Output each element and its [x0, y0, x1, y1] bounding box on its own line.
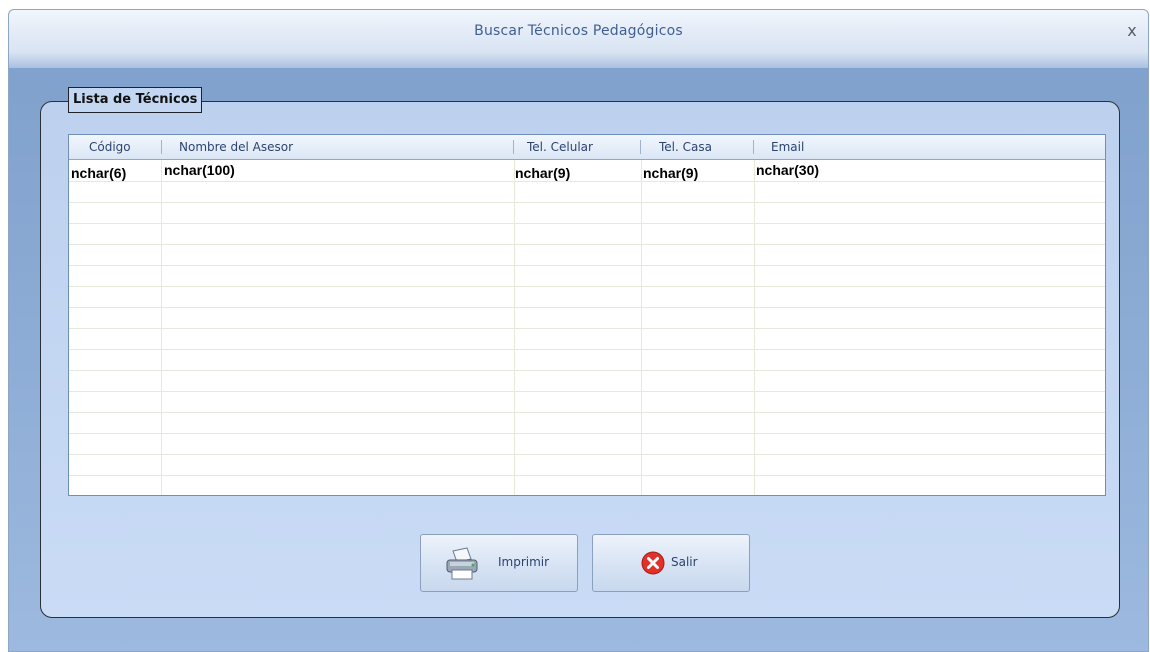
title-band — [9, 52, 1148, 68]
column-header-codigo[interactable]: Código — [77, 135, 161, 159]
table-row[interactable] — [69, 286, 1105, 308]
window-title: Buscar Técnicos Pedagógicos — [474, 23, 683, 39]
print-button[interactable]: Imprimir — [420, 534, 578, 592]
column-divider — [753, 140, 754, 154]
printer-icon — [443, 547, 483, 585]
print-button-label: Imprimir — [498, 555, 550, 569]
table-row[interactable] — [69, 391, 1105, 413]
column-header-tel-casa[interactable]: Tel. Casa — [647, 135, 753, 159]
title-bar[interactable]: Buscar Técnicos Pedagógicos x — [9, 10, 1148, 53]
table-row[interactable] — [69, 202, 1105, 224]
column-divider — [513, 140, 514, 154]
column-header-tel-celular[interactable]: Tel. Celular — [515, 135, 640, 159]
exit-button[interactable]: Salir — [592, 534, 750, 592]
cell-nombre: nchar(100) — [164, 162, 235, 178]
table-row[interactable]: nchar(6) nchar(100) nchar(9) nchar(9) nc… — [69, 160, 1105, 182]
exit-button-label: Salir — [671, 555, 698, 569]
close-icon[interactable]: x — [1122, 21, 1142, 41]
table-row[interactable] — [69, 223, 1105, 245]
table-row[interactable] — [69, 349, 1105, 371]
table-row[interactable] — [69, 265, 1105, 287]
cell-email: nchar(30) — [756, 162, 820, 178]
table-row[interactable] — [69, 307, 1105, 329]
group-legend: Lista de Técnicos — [68, 87, 203, 113]
column-divider — [161, 140, 162, 154]
table-row[interactable] — [69, 181, 1105, 203]
table-header: Código Nombre del Asesor Tel. Celular Te… — [69, 135, 1105, 160]
technicians-table[interactable]: Código Nombre del Asesor Tel. Celular Te… — [68, 134, 1106, 496]
column-header-email[interactable]: Email — [759, 135, 959, 159]
table-row[interactable] — [69, 433, 1105, 455]
table-row[interactable] — [69, 328, 1105, 350]
column-divider — [640, 140, 641, 154]
table-row[interactable] — [69, 454, 1105, 476]
error-x-icon — [641, 551, 665, 579]
column-header-nombre[interactable]: Nombre del Asesor — [167, 135, 507, 159]
table-row[interactable] — [69, 412, 1105, 434]
table-row[interactable] — [69, 370, 1105, 392]
table-row[interactable] — [69, 244, 1105, 266]
table-row[interactable] — [69, 475, 1105, 495]
